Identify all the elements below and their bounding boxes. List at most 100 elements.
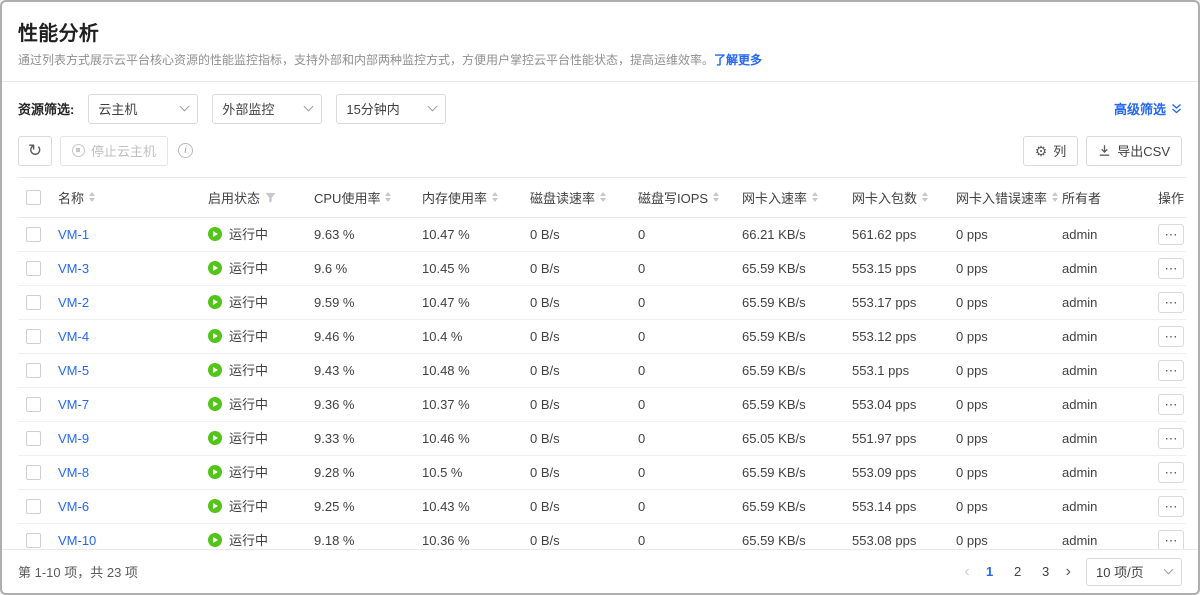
row-actions-button[interactable]: ⋯ [1158, 258, 1184, 279]
vm-name-link[interactable]: VM-3 [58, 261, 89, 276]
running-status-icon [208, 431, 222, 445]
col-label: 启用状态 [208, 188, 260, 207]
row-checkbox[interactable] [26, 533, 41, 548]
toolbar-right: ⚙ 列 导出CSV [1023, 136, 1182, 166]
actions-cell: ⋯ [1144, 319, 1186, 353]
learn-more-link[interactable]: 了解更多 [714, 53, 762, 67]
col-header-actions: 操作 [1144, 177, 1186, 217]
vm-name-cell: VM-10 [58, 523, 208, 549]
disk-read-rate-cell: 0 B/s [530, 217, 638, 251]
disk-read-rate-cell: 0 B/s [530, 489, 638, 523]
table-body: VM-1 运行中 9.63 % 10.47 % 0 B/s 0 66.21 KB… [18, 217, 1186, 549]
net-in-err-cell: 0 pps [956, 285, 1062, 319]
cpu-usage-cell: 9.18 % [314, 523, 422, 549]
row-checkbox[interactable] [26, 329, 41, 344]
select-all-checkbox[interactable] [26, 190, 41, 205]
chevron-down-icon [304, 102, 314, 112]
col-header-net-in-rate[interactable]: 网卡入速率 [742, 177, 852, 217]
vm-name-link[interactable]: VM-4 [58, 329, 89, 344]
col-header-name[interactable]: 名称 [58, 177, 208, 217]
net-in-err-cell: 0 pps [956, 251, 1062, 285]
col-header-cpu[interactable]: CPU使用率 [314, 177, 422, 217]
ellipsis-icon: ⋯ [1165, 228, 1178, 241]
vm-name-link[interactable]: VM-5 [58, 363, 89, 378]
col-label: 所有者 [1062, 191, 1101, 206]
row-actions-button[interactable]: ⋯ [1158, 462, 1184, 483]
vm-name-cell: VM-8 [58, 455, 208, 489]
stop-vm-button[interactable]: 停止云主机 [60, 136, 168, 166]
row-actions-button[interactable]: ⋯ [1158, 360, 1184, 381]
owner-cell: admin [1062, 489, 1144, 523]
cpu-usage-cell: 9.46 % [314, 319, 422, 353]
row-checkbox[interactable] [26, 261, 41, 276]
col-header-disk-write-iops[interactable]: 磁盘写IOPS [638, 177, 742, 217]
row-actions-button[interactable]: ⋯ [1158, 224, 1184, 245]
cpu-usage-cell: 9.33 % [314, 421, 422, 455]
page-number[interactable]: 2 [1007, 559, 1029, 585]
page-number[interactable]: 1 [979, 559, 1001, 585]
col-header-disk-read[interactable]: 磁盘读速率 [530, 177, 638, 217]
status-label: 运行中 [229, 428, 268, 447]
row-checkbox[interactable] [26, 397, 41, 412]
columns-button[interactable]: ⚙ 列 [1023, 136, 1079, 166]
info-icon[interactable]: i [178, 143, 193, 158]
row-actions-button[interactable]: ⋯ [1158, 292, 1184, 313]
row-actions-button[interactable]: ⋯ [1158, 496, 1184, 517]
export-csv-button[interactable]: 导出CSV [1086, 136, 1182, 166]
row-actions-button[interactable]: ⋯ [1158, 530, 1184, 549]
row-actions-button[interactable]: ⋯ [1158, 394, 1184, 415]
net-in-rate-cell: 65.59 KB/s [742, 455, 852, 489]
vm-name-link[interactable]: VM-6 [58, 499, 89, 514]
status-cell: 运行中 [208, 353, 314, 387]
col-header-net-in-err[interactable]: 网卡入错误速率 [956, 177, 1062, 217]
stop-icon [72, 144, 85, 157]
net-in-pkts-cell: 553.14 pps [852, 489, 956, 523]
net-in-rate-cell: 65.59 KB/s [742, 285, 852, 319]
resource-type-select[interactable]: 云主机 [88, 94, 198, 124]
page-number[interactable]: 3 [1035, 559, 1057, 585]
refresh-button[interactable]: ↻ [18, 136, 52, 166]
page-size-select[interactable]: 10 项/页 [1086, 558, 1182, 586]
owner-cell: admin [1062, 455, 1144, 489]
vm-name-cell: VM-6 [58, 489, 208, 523]
status-label: 运行中 [229, 326, 268, 345]
vm-name-link[interactable]: VM-2 [58, 295, 89, 310]
vm-name-link[interactable]: VM-7 [58, 397, 89, 412]
row-checkbox[interactable] [26, 295, 41, 310]
col-label: 网卡入包数 [852, 188, 917, 207]
owner-cell: admin [1062, 285, 1144, 319]
col-header-net-in-pkts[interactable]: 网卡入包数 [852, 177, 956, 217]
net-in-pkts-cell: 553.04 pps [852, 387, 956, 421]
col-header-status[interactable]: 启用状态 [208, 177, 314, 217]
time-range-select[interactable]: 15分钟内 [336, 94, 446, 124]
disk-write-iops-cell: 0 [638, 421, 742, 455]
row-actions-button[interactable]: ⋯ [1158, 428, 1184, 449]
vm-name-link[interactable]: VM-1 [58, 227, 89, 242]
page-header: 性能分析 通过列表方式展示云平台核心资源的性能监控指标，支持外部和内部两种监控方… [2, 2, 1198, 81]
row-checkbox[interactable] [26, 431, 41, 446]
actions-cell: ⋯ [1144, 251, 1186, 285]
monitor-type-select[interactable]: 外部监控 [212, 94, 322, 124]
pagination-summary: 第 1-10 项，共 23 项 [18, 562, 138, 581]
vm-name-cell: VM-9 [58, 421, 208, 455]
table-toolbar: ↻ 停止云主机 i ⚙ 列 导出CSV [2, 136, 1198, 177]
table-row: VM-10 运行中 9.18 % 10.36 % 0 B/s 0 65.59 K… [18, 523, 1186, 549]
cpu-usage-cell: 9.63 % [314, 217, 422, 251]
vm-name-link[interactable]: VM-8 [58, 465, 89, 480]
col-header-memory[interactable]: 内存使用率 [422, 177, 530, 217]
vm-name-link[interactable]: VM-9 [58, 431, 89, 446]
row-checkbox[interactable] [26, 363, 41, 378]
prev-page-button[interactable]: ‹ [961, 564, 972, 580]
table-row: VM-9 运行中 9.33 % 10.46 % 0 B/s 0 65.05 KB… [18, 421, 1186, 455]
row-checkbox[interactable] [26, 227, 41, 242]
next-page-button[interactable]: › [1063, 564, 1074, 580]
actions-cell: ⋯ [1144, 523, 1186, 549]
chevron-down-icon [428, 102, 438, 112]
cpu-usage-cell: 9.28 % [314, 455, 422, 489]
row-checkbox[interactable] [26, 499, 41, 514]
row-checkbox[interactable] [26, 465, 41, 480]
vm-name-link[interactable]: VM-10 [58, 533, 96, 548]
row-actions-button[interactable]: ⋯ [1158, 326, 1184, 347]
advanced-filter-link[interactable]: 高级筛选 [1114, 99, 1182, 118]
sort-icon [385, 192, 391, 202]
